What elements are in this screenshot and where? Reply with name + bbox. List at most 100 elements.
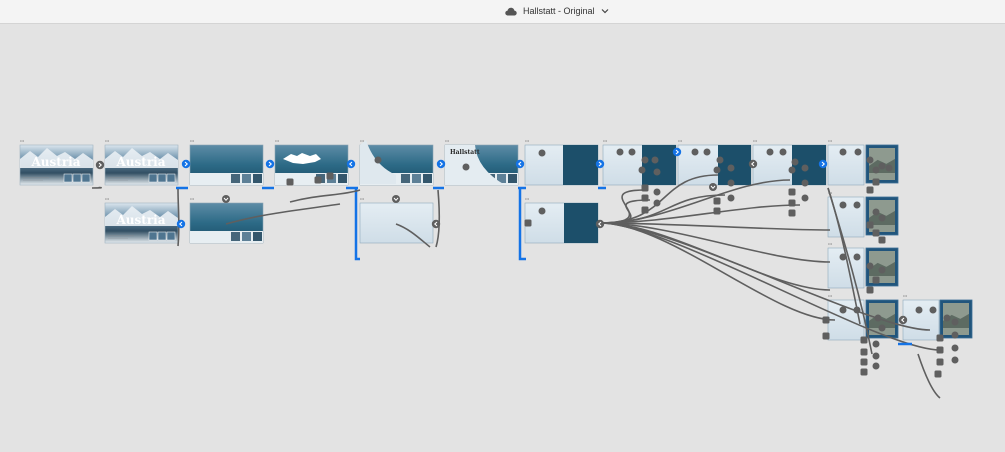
link-handle[interactable] (314, 176, 322, 184)
link-handle[interactable] (788, 188, 796, 196)
link-handle[interactable] (641, 206, 649, 214)
link-handle[interactable] (788, 199, 796, 207)
artboard-lake[interactable]: ••• (189, 138, 264, 186)
link-handle[interactable] (822, 316, 830, 324)
link-handle[interactable] (524, 219, 532, 227)
link-handle[interactable] (866, 221, 874, 229)
link-handle[interactable] (854, 148, 862, 156)
link-handle[interactable] (628, 148, 636, 156)
link-handle[interactable] (860, 368, 868, 376)
link-handle[interactable] (874, 314, 882, 322)
artboard-pale[interactable]: ••• (524, 196, 599, 244)
artboard-lake[interactable]: ••• (189, 196, 264, 244)
link-handle[interactable] (641, 156, 649, 164)
chevron-down-icon[interactable] (709, 183, 717, 191)
artboard-austria[interactable]: Austria ••• (104, 196, 179, 244)
link-handle[interactable] (462, 163, 470, 171)
link-handle[interactable] (651, 156, 659, 164)
link-handle[interactable] (951, 318, 959, 326)
link-handle[interactable] (853, 253, 861, 261)
link-handle[interactable] (951, 344, 959, 352)
link-handle[interactable] (915, 306, 923, 314)
artboard-pale[interactable]: ••• (752, 138, 827, 186)
prototype-canvas[interactable]: Austria ••• Austria ••• ••• ••• ••• ••• Hallstat… (0, 24, 1005, 452)
link-handle[interactable] (878, 214, 886, 222)
link-handle[interactable] (641, 194, 649, 202)
link-handle[interactable] (713, 166, 721, 174)
next-arrow-icon[interactable] (436, 159, 446, 169)
link-handle[interactable] (872, 229, 880, 237)
link-handle[interactable] (936, 358, 944, 366)
link-handle[interactable] (872, 340, 880, 348)
link-handle[interactable] (853, 201, 861, 209)
back-arrow-icon[interactable] (595, 219, 605, 229)
link-handle[interactable] (866, 262, 874, 270)
link-handle[interactable] (703, 148, 711, 156)
link-handle[interactable] (936, 334, 944, 342)
link-handle[interactable] (853, 306, 861, 314)
link-handle[interactable] (801, 164, 809, 172)
link-handle[interactable] (951, 356, 959, 364)
artboard-pale[interactable]: ••• (902, 293, 940, 341)
link-handle[interactable] (872, 362, 880, 370)
back-arrow-icon[interactable] (346, 159, 356, 169)
link-handle[interactable] (653, 199, 661, 207)
link-handle[interactable] (653, 168, 661, 176)
link-handle[interactable] (641, 184, 649, 192)
link-handle[interactable] (801, 194, 809, 202)
document-title-menu[interactable]: Hallstatt - Original (505, 4, 609, 18)
artboard-pale[interactable]: ••• (359, 196, 434, 244)
artboard-austria[interactable]: Austria ••• (19, 138, 94, 186)
back-arrow-icon[interactable] (515, 159, 525, 169)
next-arrow-icon[interactable] (95, 160, 105, 170)
artboard-pale[interactable]: ••• (602, 138, 677, 186)
link-handle[interactable] (713, 197, 721, 205)
link-handle[interactable] (326, 172, 334, 180)
link-handle[interactable] (866, 286, 874, 294)
link-handle[interactable] (860, 358, 868, 366)
link-handle[interactable] (878, 324, 886, 332)
link-handle[interactable] (885, 164, 893, 172)
link-handle[interactable] (878, 162, 886, 170)
link-handle[interactable] (779, 148, 787, 156)
link-handle[interactable] (538, 207, 546, 215)
link-handle[interactable] (860, 348, 868, 356)
link-handle[interactable] (839, 148, 847, 156)
link-handle[interactable] (616, 148, 624, 156)
link-handle[interactable] (727, 164, 735, 172)
link-handle[interactable] (872, 178, 880, 186)
chevron-down-icon[interactable] (392, 195, 400, 203)
link-handle[interactable] (727, 179, 735, 187)
link-handle[interactable] (872, 276, 880, 284)
link-handle[interactable] (822, 332, 830, 340)
link-handle[interactable] (716, 156, 724, 164)
next-arrow-icon[interactable] (181, 159, 191, 169)
link-handle[interactable] (936, 346, 944, 354)
link-handle[interactable] (839, 201, 847, 209)
link-handle[interactable] (929, 306, 937, 314)
link-handle[interactable] (839, 306, 847, 314)
artboard-pale[interactable]: ••• (827, 190, 865, 238)
back-arrow-icon[interactable] (898, 315, 908, 325)
link-handle[interactable] (801, 179, 809, 187)
link-handle[interactable] (791, 158, 799, 166)
link-handle[interactable] (374, 156, 382, 164)
link-handle[interactable] (872, 208, 880, 216)
next-arrow-icon[interactable] (672, 147, 682, 157)
back-arrow-icon[interactable] (431, 219, 441, 229)
artboard-austria[interactable]: Austria ••• (104, 138, 179, 186)
link-handle[interactable] (878, 236, 886, 244)
link-handle[interactable] (943, 314, 951, 322)
link-handle[interactable] (638, 166, 646, 174)
link-handle[interactable] (839, 253, 847, 261)
back-arrow-icon[interactable] (176, 219, 186, 229)
link-handle[interactable] (788, 209, 796, 217)
next-arrow-icon[interactable] (818, 159, 828, 169)
link-handle[interactable] (286, 178, 294, 186)
link-handle[interactable] (727, 194, 735, 202)
link-handle[interactable] (766, 148, 774, 156)
link-handle[interactable] (878, 266, 886, 274)
artboard-pale[interactable]: ••• (524, 138, 599, 186)
link-handle[interactable] (872, 166, 880, 174)
link-handle[interactable] (788, 166, 796, 174)
